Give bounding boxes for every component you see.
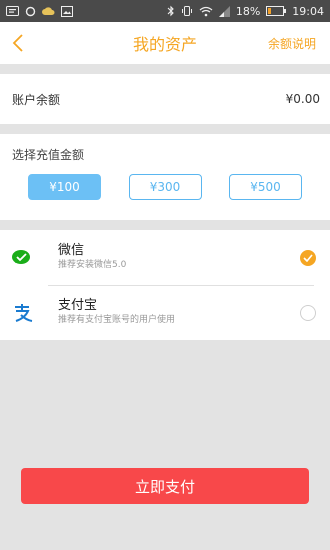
balance-row: 账户余额 ¥0.00: [0, 74, 330, 124]
notification-icon: [6, 6, 19, 16]
payment-method-text: 支付宝 推荐有支付宝账号的用户使用: [48, 298, 300, 327]
recharge-section: 选择充值金额 ¥100 ¥300 ¥500: [0, 134, 330, 220]
amount-option-100[interactable]: ¥100: [28, 174, 101, 200]
payment-methods: 微信 推荐安装微信5.0 支付宝 推荐有支付宝账号的用户使用: [0, 230, 330, 340]
balance-label: 账户余额: [12, 92, 61, 107]
chevron-left-icon: [12, 34, 23, 52]
pay-now-button[interactable]: 立即支付: [21, 468, 309, 504]
checkmark-icon: [303, 253, 313, 262]
image-icon: [61, 5, 73, 17]
amount-options: ¥100 ¥300 ¥500: [12, 174, 318, 200]
wifi-icon: [199, 6, 213, 17]
battery-icon: [266, 6, 287, 16]
status-left: [6, 5, 73, 17]
amount-option-300[interactable]: ¥300: [128, 174, 202, 200]
payment-method-wechat[interactable]: 微信 推荐安装微信5.0: [0, 230, 330, 285]
recharge-label: 选择充值金额: [12, 148, 85, 162]
sync-icon: [25, 6, 36, 17]
payment-method-name: 支付宝: [58, 298, 98, 313]
payment-method-text: 微信 推荐安装微信5.0: [48, 243, 300, 272]
alipay-icon: [12, 303, 48, 323]
clock: 19:04: [292, 4, 324, 18]
payment-method-alipay[interactable]: 支付宝 推荐有支付宝账号的用户使用: [0, 285, 330, 340]
status-right: 18% 19:04: [167, 5, 324, 18]
battery-percent: 18%: [235, 4, 261, 18]
payment-method-name: 微信: [58, 243, 85, 258]
cloud-icon: [42, 6, 55, 16]
bluetooth-icon: [167, 5, 175, 17]
wechat-pay-icon: [12, 249, 48, 267]
signal-icon: [218, 5, 230, 17]
radio-wechat[interactable]: [300, 249, 316, 266]
header: 我的资产 余额说明: [0, 22, 330, 64]
vibrate-icon: [181, 5, 193, 17]
payment-method-desc: 推荐有支付宝账号的用户使用: [58, 315, 176, 325]
back-button[interactable]: [12, 32, 34, 54]
amount-option-500[interactable]: ¥500: [229, 174, 302, 200]
payment-method-desc: 推荐安装微信5.0: [58, 260, 127, 270]
radio-alipay[interactable]: [300, 304, 316, 321]
status-bar: 18% 19:04: [0, 0, 330, 22]
balance-value: ¥0.00: [285, 92, 320, 106]
balance-info-link[interactable]: 余额说明: [268, 35, 316, 52]
